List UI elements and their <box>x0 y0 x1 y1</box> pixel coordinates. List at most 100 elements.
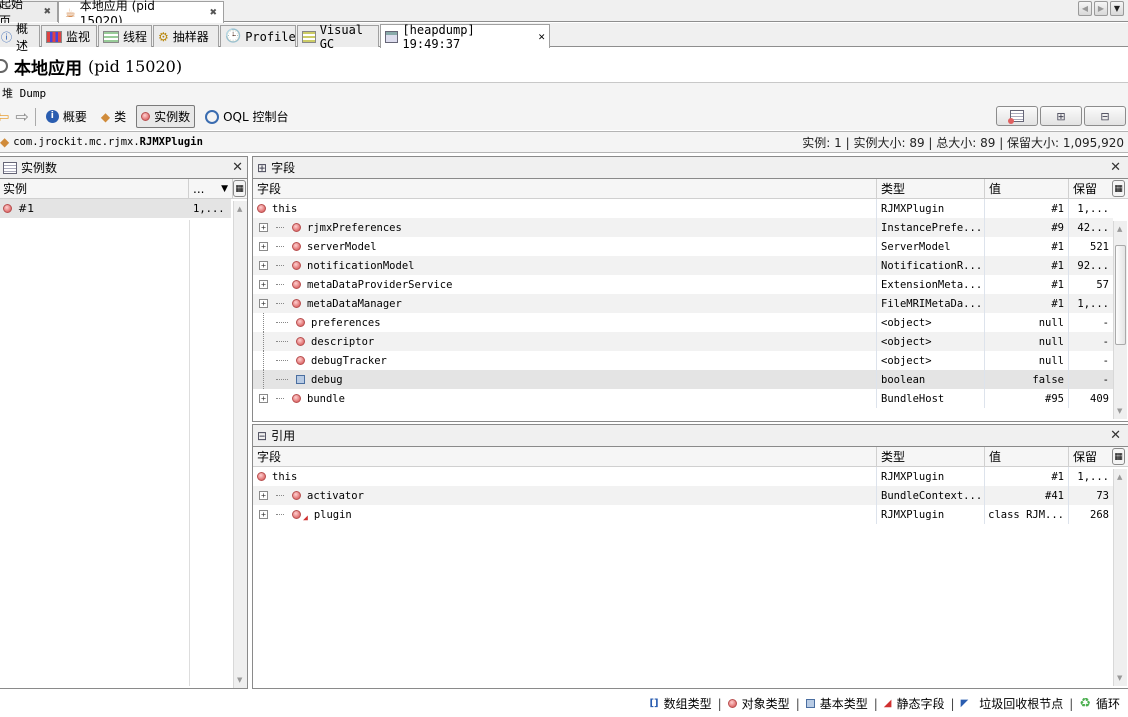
tab-profiler[interactable]: 🕒 Profiler <box>220 25 303 47</box>
table-row[interactable]: debug boolean false - <box>253 370 1113 389</box>
table-row[interactable]: this RJMXPlugin #1 1,... <box>253 199 1113 218</box>
tab-label: Profiler <box>245 29 303 44</box>
table-row[interactable]: + metaDataManager FileMRIMetaDa... #1 1,... <box>253 294 1113 313</box>
table-row[interactable]: + rjmxPreferences InstancePrefe... #9 42... <box>253 218 1113 237</box>
close-icon[interactable]: ✕ <box>232 160 243 175</box>
table-row[interactable]: + metaDataProviderService ExtensionMeta...… <box>253 275 1113 294</box>
legend-loop: ♻ 循环 <box>1079 695 1120 712</box>
scroll-down-icon[interactable]: ▼ <box>1117 674 1122 682</box>
field-type: FileMRIMetaDa... <box>877 294 985 313</box>
threads-icon <box>103 30 119 43</box>
field-type: ServerModel <box>877 237 985 256</box>
table-row[interactable]: + bundle BundleHost #95 409 <box>253 389 1113 408</box>
sampler-icon: ⚙ <box>158 29 169 44</box>
close-icon[interactable]: ✕ <box>1110 428 1121 443</box>
fields-scrollbar[interactable]: ▲ ▼ <box>1113 221 1127 419</box>
column-instance[interactable]: 实例 <box>0 179 189 198</box>
expand-icon[interactable]: + <box>259 299 268 308</box>
close-icon[interactable]: ✖ <box>209 8 217 18</box>
scroll-down-icon[interactable]: ▼ <box>1117 407 1122 415</box>
field-type: boolean <box>877 370 985 389</box>
field-type: RJMXPlugin <box>877 505 985 524</box>
legend-separator: | <box>873 696 878 711</box>
gc-root-icon: ◤ <box>960 698 969 709</box>
scrollbar-thumb[interactable] <box>1115 245 1126 345</box>
summary-button[interactable]: i 概要 <box>42 106 91 127</box>
field-retained: 57 <box>1096 278 1109 291</box>
tab-visual-gc[interactable]: Visual GC <box>297 23 379 51</box>
app-icon <box>0 59 8 73</box>
field-retained: - <box>1102 373 1109 386</box>
object-type-icon <box>292 280 301 289</box>
expand-icon[interactable]: + <box>259 261 268 270</box>
close-icon[interactable]: ✕ <box>538 30 545 43</box>
table-row[interactable]: + activator BundleContext... #41 73 <box>253 486 1113 505</box>
close-icon[interactable]: ✕ <box>1110 160 1121 175</box>
column-chooser-button[interactable]: ▦ <box>1112 448 1125 465</box>
expand-icon[interactable]: + <box>259 223 268 232</box>
references-view-button[interactable]: ⊟ <box>1084 106 1126 126</box>
table-row[interactable]: + ◢ plugin RJMXPlugin class RJM... 268 <box>253 505 1113 524</box>
scroll-up-icon[interactable]: ▲ <box>1117 473 1122 481</box>
scroll-up-icon[interactable]: ▲ <box>1117 225 1122 233</box>
expand-icon[interactable]: + <box>259 510 268 519</box>
view-mode-buttons: ⊞ ⊟ <box>996 106 1126 126</box>
legend-label: 数组类型 <box>663 697 712 711</box>
tab-overview[interactable]: ⓘ 概述 <box>0 22 40 53</box>
tab-threads[interactable]: 线程 <box>98 25 152 47</box>
instances-icon <box>3 161 17 174</box>
column-type[interactable]: 类型 <box>877 179 985 198</box>
scroll-down-icon[interactable]: ▼ <box>237 676 242 684</box>
table-row[interactable]: this RJMXPlugin #1 1,... <box>253 467 1113 486</box>
expand-icon[interactable]: + <box>259 242 268 251</box>
oql-console-button[interactable]: OQL 控制台 <box>201 106 292 127</box>
field-value: #1 <box>985 237 1069 256</box>
instances-view-button[interactable] <box>996 106 1038 126</box>
column-value[interactable]: 值 <box>985 179 1069 198</box>
table-row[interactable]: + notificationModel NotificationR... #1 92..… <box>253 256 1113 275</box>
tab-sampler[interactable]: ⚙ 抽样器 <box>153 25 219 47</box>
field-value: #9 <box>985 218 1069 237</box>
doc-tab-local-app[interactable]: ☕ 本地应用 (pid 15020) ✖ <box>58 0 224 28</box>
scroll-right-button[interactable]: ▶ <box>1094 1 1108 16</box>
scroll-left-button[interactable]: ◀ <box>1078 1 1092 16</box>
expand-icon[interactable]: + <box>259 394 268 403</box>
column-label: 保留 <box>1073 182 1098 196</box>
references-scrollbar[interactable]: ▲ ▼ <box>1113 469 1127 686</box>
column-retained[interactable]: 保留 <box>1069 179 1113 198</box>
table-row[interactable]: debugTracker <object> null - <box>253 351 1113 370</box>
tab-label: 监视 <box>66 30 91 44</box>
column-field[interactable]: 字段 <box>253 447 877 466</box>
expand-icon[interactable]: + <box>259 491 268 500</box>
forward-arrow-icon[interactable]: ⇨ <box>15 107 28 126</box>
scroll-up-icon[interactable]: ▲ <box>237 205 242 213</box>
field-type: <object> <box>877 313 985 332</box>
fields-column-header: 字段 类型 值 保留 ▦ <box>253 179 1128 199</box>
back-arrow-icon[interactable]: ⇦ <box>0 107 9 126</box>
column-retained[interactable]: 保留 <box>1069 447 1113 466</box>
tab-monitor[interactable]: 监视 <box>41 25 97 47</box>
fields-view-button[interactable]: ⊞ <box>1040 106 1082 126</box>
legend-label: 对象类型 <box>741 697 790 711</box>
classes-button[interactable]: ◆ 类 <box>97 106 130 127</box>
instances-scrollbar[interactable]: ▲ ▼ <box>233 201 247 688</box>
column-field[interactable]: 字段 <box>253 179 877 198</box>
expand-icon[interactable]: + <box>259 280 268 289</box>
java-cup-icon: ☕ <box>65 5 76 20</box>
column-more[interactable]: ... ▼ <box>189 179 233 198</box>
field-name: activator <box>307 489 364 502</box>
instances-button[interactable]: 实例数 <box>136 105 196 128</box>
instance-row[interactable]: #1 1,... <box>0 199 231 218</box>
field-name: rjmxPreferences <box>307 221 402 234</box>
column-chooser-button[interactable]: ▦ <box>233 180 246 197</box>
close-icon[interactable]: ✖ <box>43 7 51 17</box>
column-chooser-button[interactable]: ▦ <box>1112 180 1125 197</box>
column-value[interactable]: 值 <box>985 447 1069 466</box>
table-row[interactable]: descriptor <object> null - <box>253 332 1113 351</box>
tab-list-dropdown-button[interactable]: ▼ <box>1110 1 1124 16</box>
tab-heapdump[interactable]: [heapdump] 19:49:37 ✕ <box>380 23 550 51</box>
column-type[interactable]: 类型 <box>877 447 985 466</box>
table-row[interactable]: + serverModel ServerModel #1 521 <box>253 237 1113 256</box>
table-row[interactable]: preferences <object> null - <box>253 313 1113 332</box>
object-type-icon <box>292 510 301 519</box>
